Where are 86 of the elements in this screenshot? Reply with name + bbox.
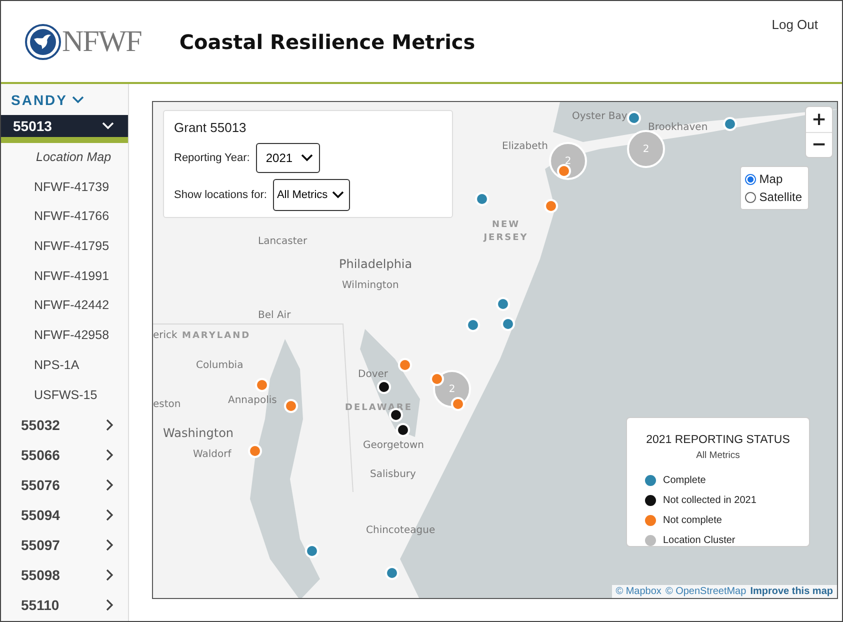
project-link[interactable]: Location Map <box>1 143 128 173</box>
grant-item[interactable]: 55097 <box>1 530 128 560</box>
chevron-right-icon <box>106 569 114 582</box>
grant-item[interactable]: 55098 <box>1 560 128 590</box>
place-label: erick <box>153 330 178 342</box>
layer-option-label[interactable]: Satellite <box>759 190 802 204</box>
legend-label: Not complete <box>663 514 722 526</box>
location-marker[interactable] <box>475 192 489 206</box>
chevron-right-icon <box>106 419 114 432</box>
location-marker[interactable] <box>501 317 515 331</box>
place-label: Bel Air <box>258 310 291 322</box>
zoom-out-button[interactable]: − <box>806 132 832 157</box>
place-label: MARYLAND <box>182 330 252 343</box>
chevron-down-icon <box>332 191 344 199</box>
chevron-down-icon <box>102 122 114 130</box>
location-marker[interactable] <box>248 444 262 458</box>
grant-title: Grant 55013 <box>174 120 248 135</box>
place-label: Georgetown <box>363 440 424 452</box>
place-label: Elizabeth <box>502 141 548 153</box>
attribution-link[interactable]: © Mapbox <box>616 586 662 597</box>
place-label: Chincoteague <box>366 525 436 537</box>
chevron-right-icon <box>106 449 114 462</box>
project-link[interactable]: NPS-1A <box>1 350 128 380</box>
place-label: Annapolis <box>228 395 277 407</box>
chevron-right-icon <box>106 479 114 492</box>
project-link[interactable]: USFWS-15 <box>1 380 128 410</box>
chevron-right-icon <box>106 509 114 522</box>
place-label: Washington <box>163 426 234 440</box>
legend-subtitle: All Metrics <box>695 450 741 461</box>
logout-link[interactable]: Log Out <box>772 17 818 32</box>
grant-item[interactable]: 55110 <box>1 590 128 620</box>
location-marker[interactable] <box>430 372 444 386</box>
project-link[interactable]: NFWF-41991 <box>1 262 128 292</box>
project-link[interactable]: NFWF-41739 <box>1 172 128 202</box>
place-label: Salisbury <box>370 469 416 481</box>
place-label: NEW JERSEY <box>482 219 530 244</box>
legend-title: 2021 REPORTING STATUS <box>645 434 791 446</box>
logo-text: NFWF <box>62 24 142 58</box>
project-link[interactable]: NFWF-41766 <box>1 202 128 232</box>
chevron-right-icon <box>106 599 114 612</box>
logo-emblem-icon <box>25 24 61 60</box>
chevron-right-icon <box>106 539 114 552</box>
place-label: Philadelphia <box>339 257 412 272</box>
chevron-down-icon <box>72 96 84 104</box>
project-link[interactable]: NFWF-42958 <box>1 321 128 351</box>
project-link[interactable]: NFWF-41795 <box>1 232 128 262</box>
location-marker[interactable] <box>451 397 465 411</box>
program-toggle[interactable]: SANDY <box>1 84 128 115</box>
grant-item[interactable]: 55032 <box>1 410 128 440</box>
grant-item[interactable]: 55076 <box>1 470 128 500</box>
legend-label: Complete <box>663 474 706 486</box>
location-marker[interactable] <box>544 199 558 213</box>
attribution-link[interactable]: © OpenStreetMap <box>665 586 746 597</box>
location-marker[interactable] <box>496 297 510 311</box>
place-label: Wilmington <box>342 280 399 292</box>
app-title: Coastal Resilience Metrics <box>179 30 476 54</box>
place-label: Lancaster <box>258 236 308 248</box>
radio-button[interactable] <box>745 174 756 184</box>
location-marker[interactable] <box>385 566 399 580</box>
grant-item[interactable]: 55094 <box>1 500 128 530</box>
legend-label: Location Cluster <box>663 534 736 546</box>
location-marker[interactable] <box>396 423 410 437</box>
grant-item[interactable]: 55013 <box>1 115 128 143</box>
layer-option-label[interactable]: Map <box>759 172 783 186</box>
place-label: eston <box>153 399 181 411</box>
place-label: Oyster Bay <box>572 111 628 123</box>
location-marker[interactable] <box>466 318 480 332</box>
chevron-down-icon <box>300 154 313 162</box>
metrics-select[interactable]: All Metrics <box>272 179 350 211</box>
year-label: Reporting Year: <box>174 152 250 164</box>
place-label: Columbia <box>196 360 244 372</box>
project-link[interactable]: NFWF-42442 <box>1 291 128 322</box>
location-marker[interactable] <box>255 378 269 392</box>
location-marker[interactable] <box>389 408 403 422</box>
place-label: Dover <box>358 369 388 381</box>
legend-label: Not collected in 2021 <box>663 494 756 506</box>
year-select[interactable]: 2021 <box>256 143 320 173</box>
grant-item[interactable]: 55066 <box>1 440 128 470</box>
radio-button[interactable] <box>745 192 756 202</box>
zoom-in-button[interactable]: + <box>806 107 832 132</box>
place-label: Waldorf <box>193 449 232 461</box>
filter-label: Show locations for: <box>174 189 267 201</box>
location-marker[interactable] <box>305 544 319 558</box>
attribution-link[interactable]: Improve this map <box>750 586 833 597</box>
place-label: DELAWARE <box>345 402 414 415</box>
location-marker[interactable] <box>398 358 412 372</box>
